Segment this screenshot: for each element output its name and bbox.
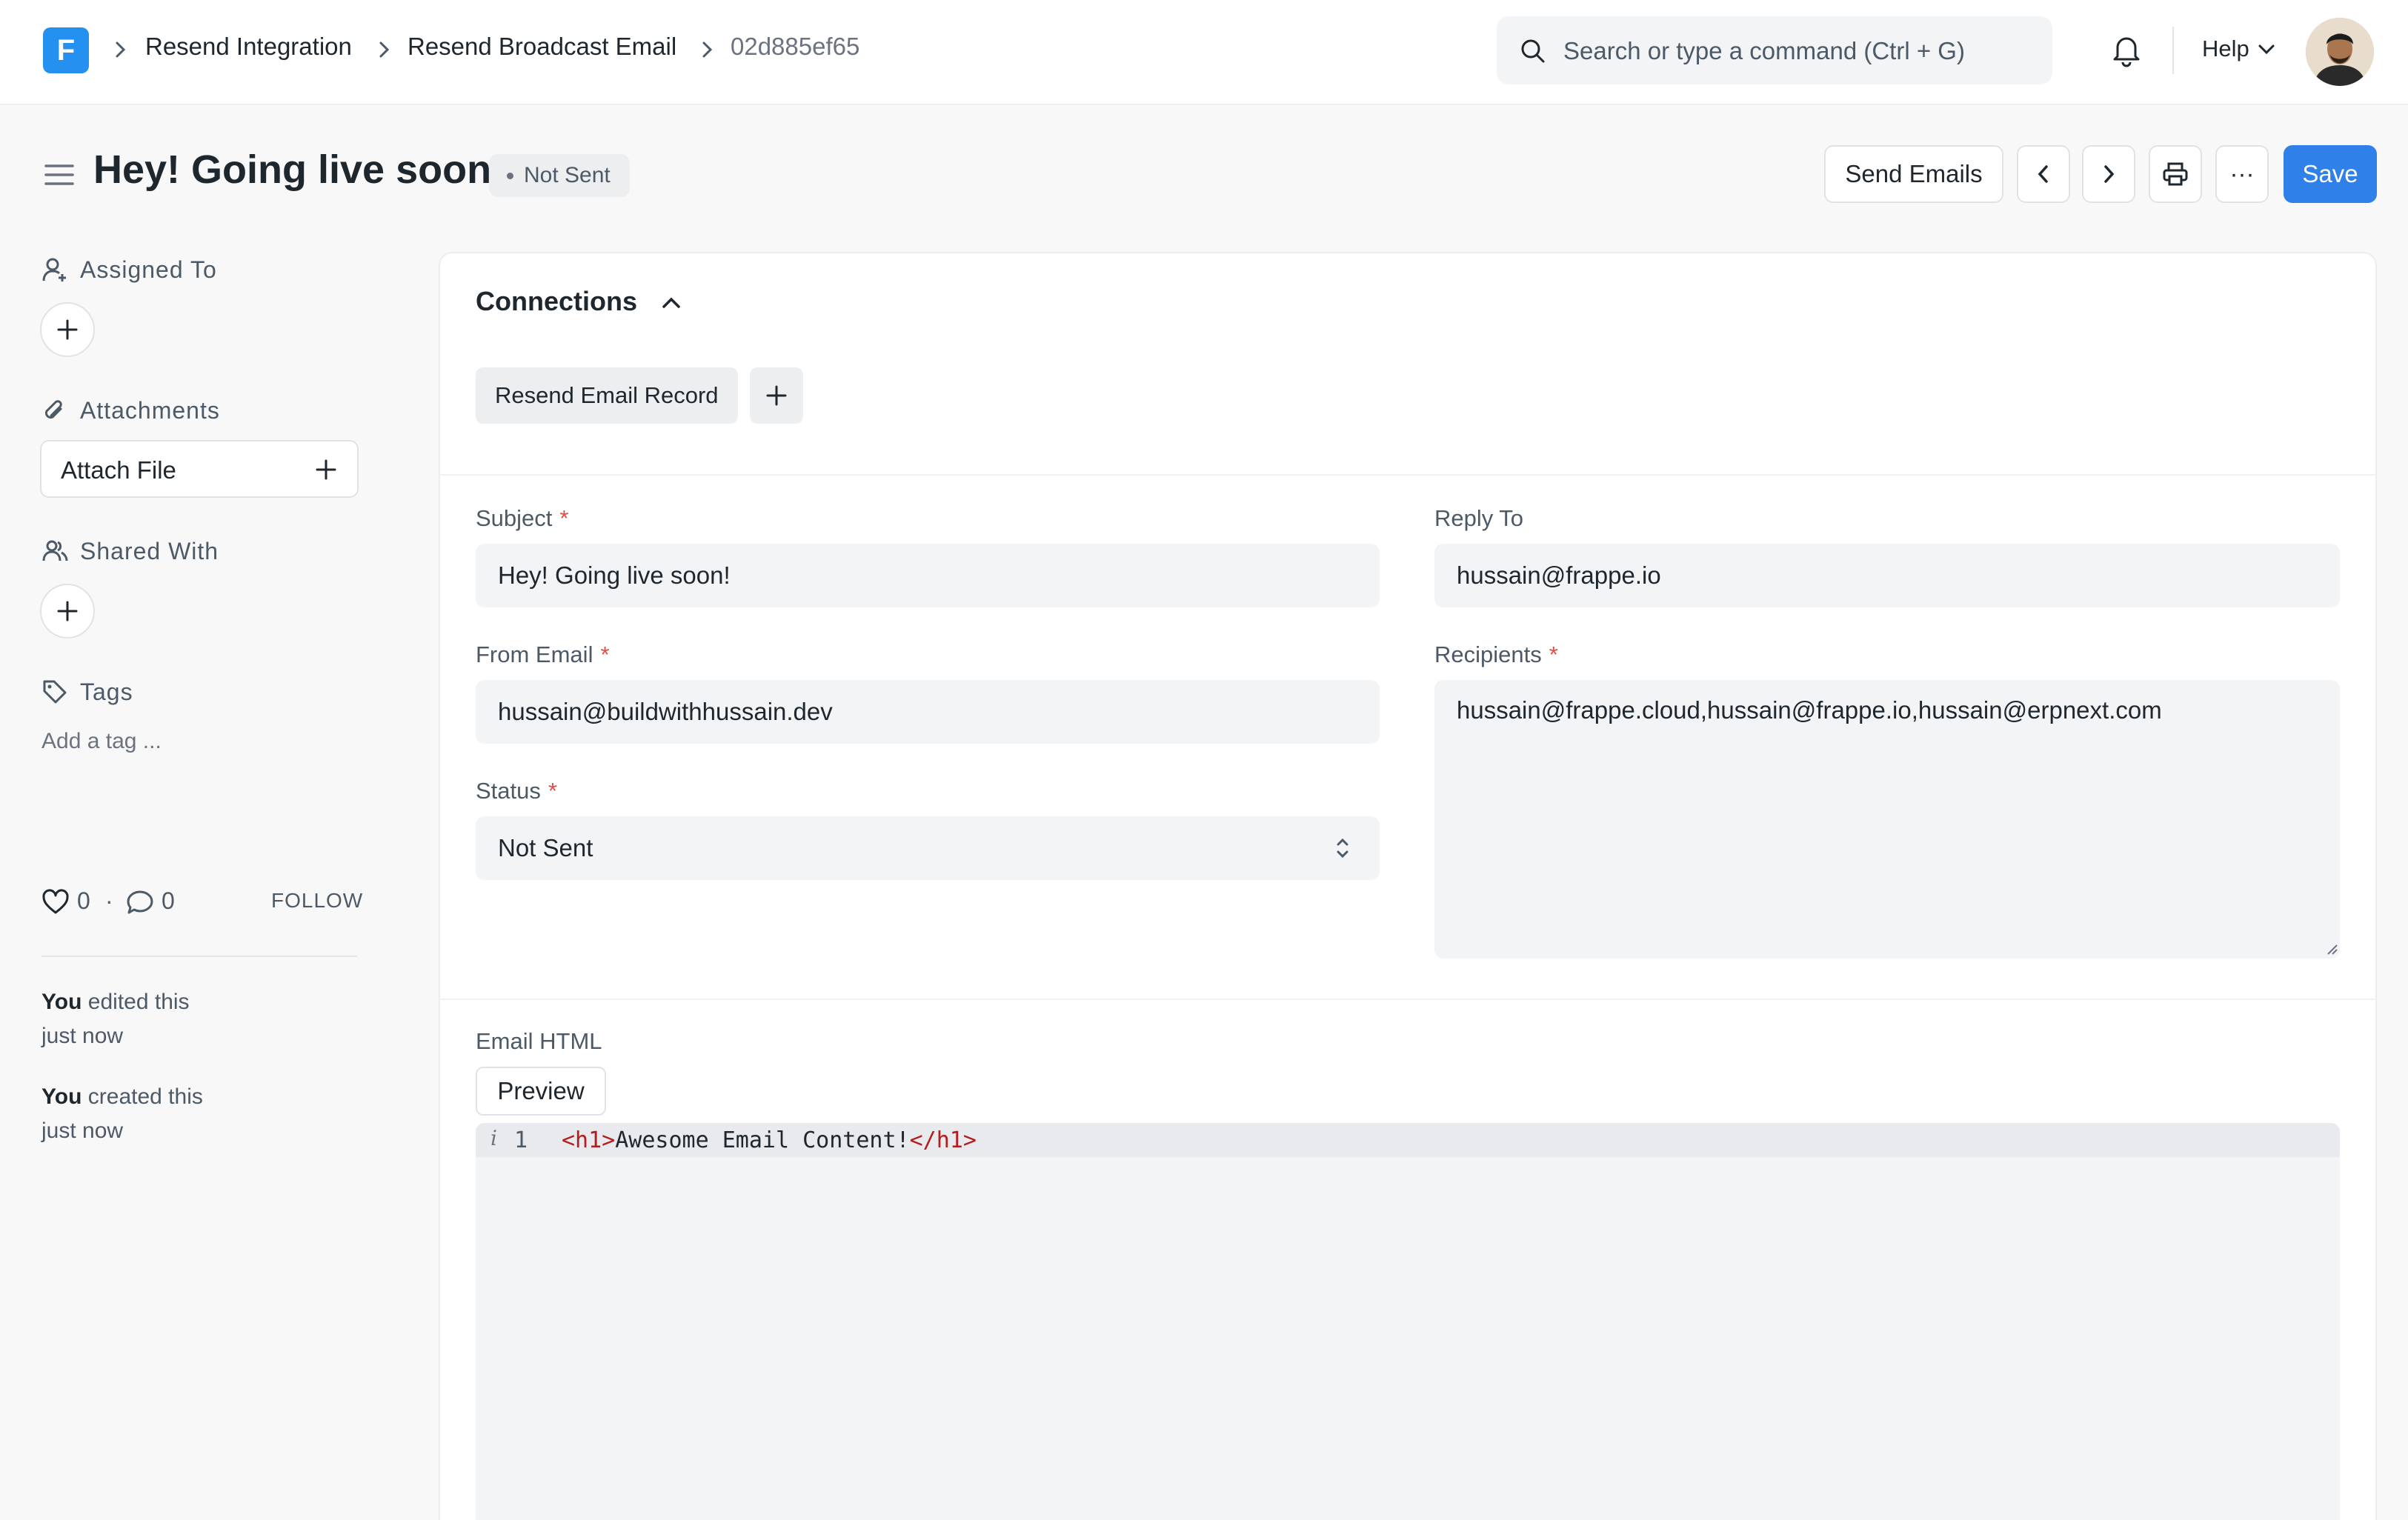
subject-label: Subject * <box>476 505 569 531</box>
comment-icon[interactable] <box>126 889 154 916</box>
separator-dot: · <box>105 887 113 914</box>
like-count: 0 <box>77 887 90 914</box>
shared-users-icon <box>42 540 68 561</box>
attachments-label: Attachments <box>80 397 220 424</box>
plus-icon <box>57 601 78 621</box>
print-button[interactable] <box>2149 145 2202 203</box>
printer-icon <box>2163 162 2188 186</box>
select-updown-icon[interactable] <box>1334 834 1351 862</box>
next-record-button[interactable] <box>2082 145 2135 203</box>
tags-label: Tags <box>80 679 133 705</box>
chevron-right-icon <box>379 41 390 58</box>
follow-button[interactable]: FOLLOW <box>271 889 363 913</box>
add-tag-link[interactable]: Add a tag ... <box>41 729 162 754</box>
status-badge: Not Sent <box>489 154 630 197</box>
breadcrumb-item-doctype[interactable]: Resend Broadcast Email <box>408 33 676 61</box>
chevron-left-icon <box>2038 165 2048 183</box>
plus-icon <box>57 319 78 340</box>
reply-to-label: Reply To <box>1434 505 1524 531</box>
page-title: Hey! Going live soon! <box>93 147 505 192</box>
plus-icon <box>766 385 787 406</box>
recipients-label: Recipients * <box>1434 641 1558 667</box>
top-navbar: F Resend Integration Resend Broadcast Em… <box>0 0 2408 105</box>
notification-bell-icon[interactable] <box>2109 31 2144 68</box>
activity-text: edited this <box>87 990 190 1014</box>
html-open-tag: <h1> <box>562 1127 616 1153</box>
sidebar-divider <box>41 956 357 957</box>
code-editor[interactable]: i 1 <h1>Awesome Email Content!</h1> <box>476 1123 2340 1520</box>
previous-record-button[interactable] <box>2017 145 2070 203</box>
line-number: 1 <box>514 1127 528 1153</box>
search-input[interactable]: Search or type a command (Ctrl + G) <box>1497 16 2052 84</box>
save-button[interactable]: Save <box>2284 145 2377 203</box>
html-close-tag: </h1> <box>909 1127 977 1153</box>
recipients-field[interactable]: hussain@frappe.cloud,hussain@frappe.io,h… <box>1434 680 2340 959</box>
breadcrumb-item-record[interactable]: 02d885ef65 <box>731 33 859 61</box>
section-divider <box>440 474 2375 476</box>
chevron-right-icon <box>2104 165 2115 183</box>
connection-resend-email-record[interactable]: Resend Email Record <box>476 367 738 424</box>
avatar[interactable] <box>2306 18 2374 86</box>
add-connection-button[interactable] <box>750 367 803 424</box>
connections-section-title[interactable]: Connections <box>476 286 637 317</box>
add-assignee-button[interactable] <box>40 302 95 357</box>
status-select[interactable]: Not Sent <box>476 816 1380 880</box>
activity-text: created this <box>87 1084 203 1109</box>
activity-actor: You <box>41 990 82 1014</box>
from-email-label: From Email * <box>476 641 610 667</box>
sidebar-toggle-icon[interactable] <box>43 161 76 188</box>
chevron-right-icon <box>116 41 126 58</box>
tag-icon <box>43 680 67 704</box>
app-logo[interactable]: F <box>43 27 89 73</box>
from-email-field[interactable]: hussain@buildwithhussain.dev <box>476 680 1380 744</box>
assigned-to-label: Assigned To <box>80 256 217 283</box>
chevron-right-icon <box>702 41 713 58</box>
status-badge-label: Not Sent <box>524 163 611 187</box>
activity-actor: You <box>41 1084 82 1109</box>
status-dot-icon <box>507 172 513 179</box>
attach-file-button[interactable]: Attach File <box>40 440 359 498</box>
status-label: Status * <box>476 778 557 804</box>
email-html-label: Email HTML <box>476 1028 602 1054</box>
reply-to-field[interactable]: hussain@frappe.io <box>1434 544 2340 607</box>
user-avatar-icon <box>2306 18 2374 86</box>
comment-count: 0 <box>162 887 175 914</box>
send-emails-button[interactable]: Send Emails <box>1824 145 2003 203</box>
activity-time: just now <box>41 1024 124 1048</box>
preview-button[interactable]: Preview <box>476 1067 606 1116</box>
shared-with-label: Shared With <box>80 538 219 564</box>
plus-icon <box>316 459 336 480</box>
info-icon: i <box>490 1126 497 1150</box>
heart-icon[interactable] <box>41 889 70 916</box>
help-menu[interactable]: Help <box>2202 36 2249 62</box>
section-divider <box>440 999 2375 1000</box>
assign-user-icon <box>42 258 66 281</box>
activity-item: You edited this just now <box>41 985 264 1053</box>
chevron-down-icon[interactable] <box>2257 41 2276 58</box>
chevron-up-icon[interactable] <box>658 292 685 314</box>
activity-item: You created this just now <box>41 1080 264 1148</box>
breadcrumb-item-module[interactable]: Resend Integration <box>145 33 352 61</box>
subject-field[interactable]: Hey! Going live soon! <box>476 544 1380 607</box>
more-actions-button[interactable]: ··· <box>2215 145 2269 203</box>
search-placeholder: Search or type a command (Ctrl + G) <box>1563 37 1965 64</box>
paperclip-icon <box>44 400 62 419</box>
add-share-button[interactable] <box>40 584 95 639</box>
navbar-divider <box>2172 27 2174 74</box>
html-content: Awesome Email Content! <box>615 1127 910 1153</box>
code-line[interactable]: <h1>Awesome Email Content!</h1> <box>562 1127 977 1153</box>
search-icon <box>1521 39 1545 63</box>
resize-handle-icon[interactable] <box>2325 942 2338 956</box>
activity-time: just now <box>41 1119 124 1143</box>
attach-file-label: Attach File <box>61 456 176 484</box>
